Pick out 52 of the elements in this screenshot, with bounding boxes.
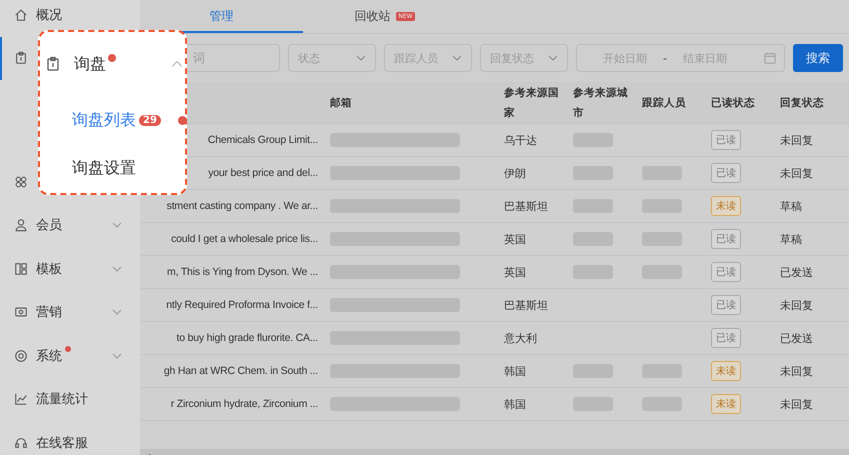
read-status-tag: 未读	[711, 196, 741, 216]
column-header: 已读状态	[710, 96, 756, 110]
subject-cell: m, This is Ying from Dyson. We ...	[167, 266, 318, 278]
table-cell: 乌干达	[504, 132, 537, 148]
sidebar-label: 流量统计	[36, 391, 88, 408]
table-cell: 未回复	[780, 364, 813, 378]
subject-cell: Chemicals Group Limit...	[208, 134, 318, 146]
sidebar-label: 会员	[36, 217, 62, 234]
read-status-tag: 未读	[711, 361, 741, 381]
menu-label: 询盘	[74, 54, 106, 75]
sidebar-label: 在线客服	[36, 434, 88, 452]
table-cell: 未回复	[780, 396, 813, 412]
sidebar-label: 模板	[36, 260, 62, 278]
read-status-tag: 已读	[711, 295, 741, 315]
subject-cell: ntly Required Proforma Invoice f...	[166, 299, 318, 311]
subject-cell: gh Han at WRC Chem. in South ...	[164, 365, 318, 377]
table-cell: 未回复	[780, 298, 813, 312]
table-cell: 草稿	[780, 198, 802, 214]
column-header: 参考来源国家	[503, 86, 560, 120]
column-header: 回复状态	[779, 96, 825, 110]
table-cell: 未回复	[780, 166, 813, 180]
table-cell: 韩国	[504, 396, 526, 412]
table-cell: 巴基斯坦	[504, 198, 548, 214]
subject-cell: could I get a wholesale price lis...	[171, 233, 318, 245]
date-separator: -	[663, 52, 667, 64]
read-status-tag: 已读	[711, 262, 741, 282]
subject-cell: to buy high grade flurorite. CA...	[176, 332, 318, 344]
column-header: 邮箱	[329, 96, 353, 110]
table-cell: 伊朗	[504, 166, 526, 180]
subject-cell: your best price and del...	[208, 167, 318, 179]
subject-cell: r Zirconium hydrate, Zirconium ...	[170, 398, 318, 410]
read-status-tag: 已读	[711, 328, 741, 348]
table-cell: 已发送	[780, 264, 813, 280]
sidebar-label: 营销	[36, 304, 62, 322]
read-status-tag: 已读	[711, 229, 741, 249]
subject-cell: stment casting company . We ar...	[166, 200, 318, 212]
read-status-tag: 未读	[711, 394, 741, 414]
count-badge: 29	[139, 115, 161, 126]
table-cell: 巴基斯坦	[504, 298, 548, 312]
table-cell: 英国	[504, 232, 526, 246]
table-cell: 英国	[504, 264, 526, 280]
read-status-tag: 已读	[711, 130, 741, 150]
table-cell: 韩国	[504, 364, 526, 378]
column-header: 跟踪人员	[641, 96, 687, 110]
sidebar-label: 系统	[36, 348, 62, 365]
table-cell: 草稿	[780, 232, 802, 246]
table-cell: 已发送	[780, 330, 813, 346]
table-cell: 未回复	[780, 132, 813, 148]
sidebar-label: 概况	[36, 6, 62, 24]
table-cell: 意大利	[504, 330, 537, 346]
column-header: 参考来源城市	[572, 86, 629, 120]
read-status-tag: 已读	[711, 163, 741, 183]
